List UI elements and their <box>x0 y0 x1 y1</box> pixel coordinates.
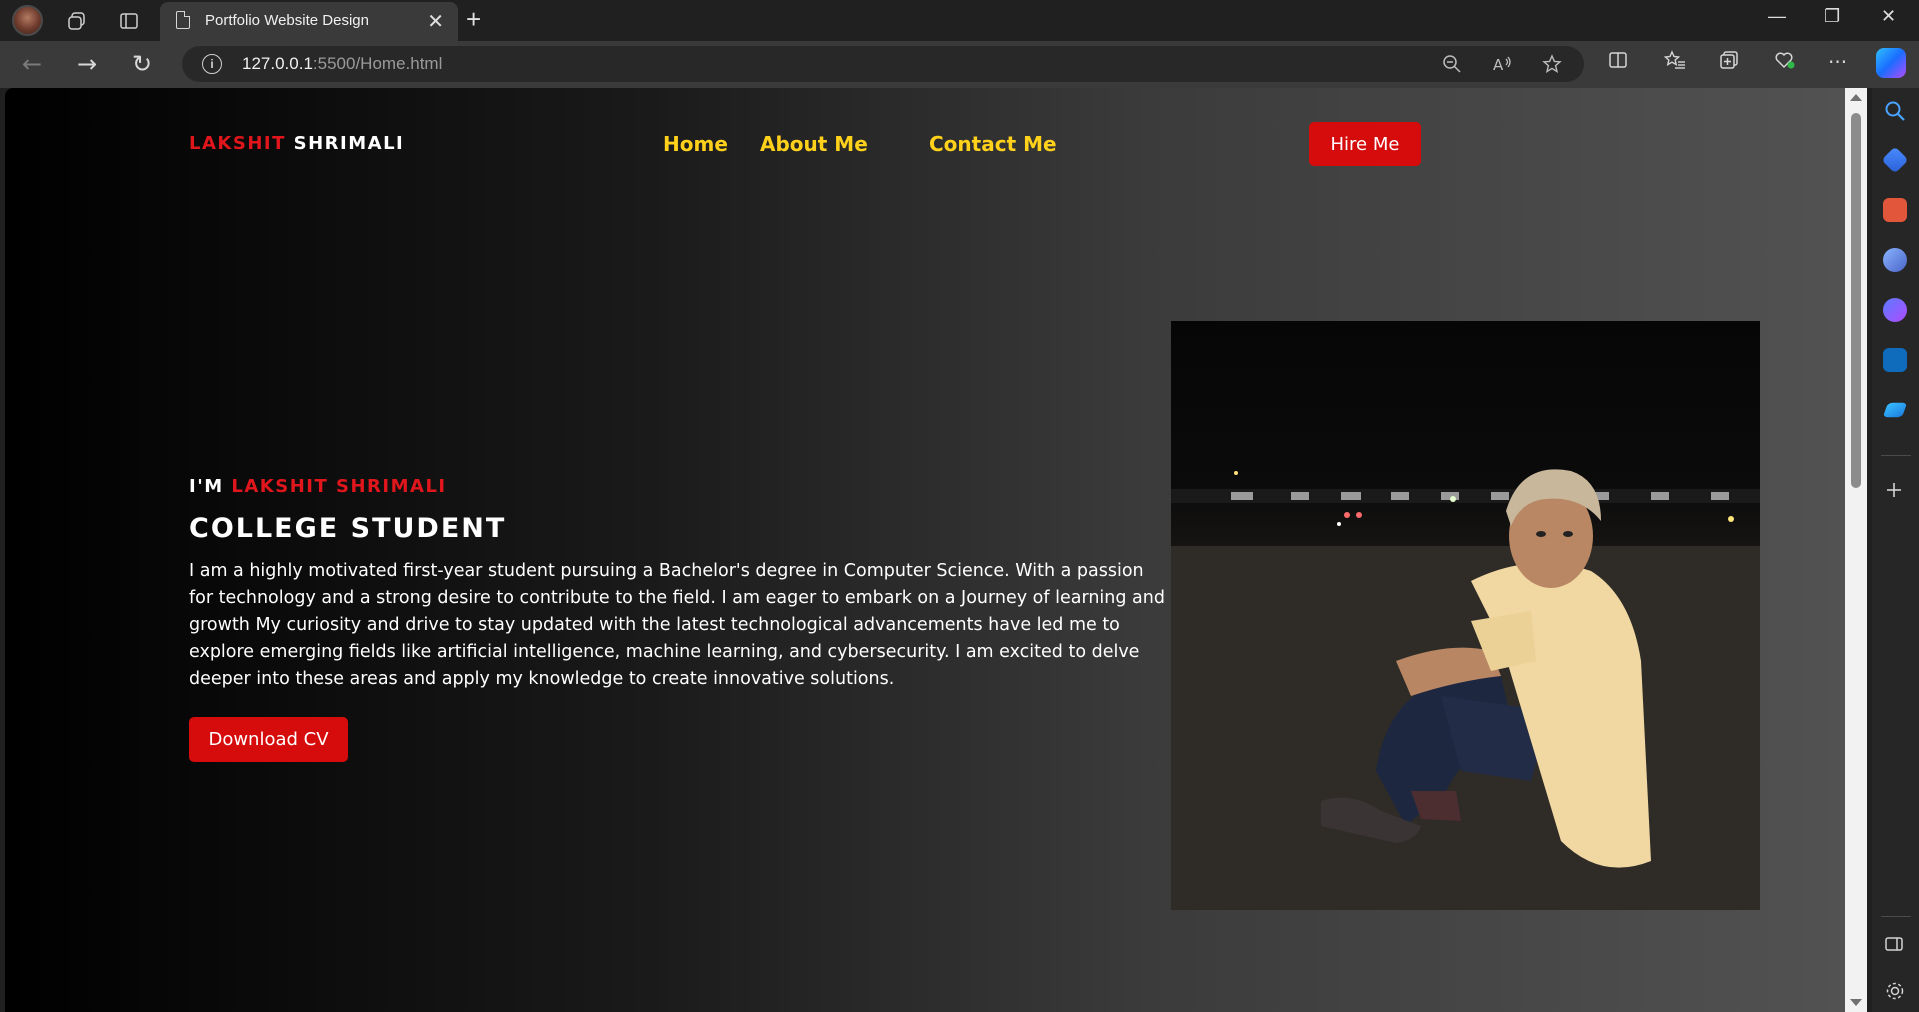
browser-toolbar: ← → ↻ i 127.0.0.1:5500/Home.html A ··· <box>0 41 1919 88</box>
address-bar[interactable]: i 127.0.0.1:5500/Home.html A <box>182 46 1584 82</box>
refresh-button[interactable]: ↻ <box>132 50 152 78</box>
window-close-button[interactable]: ✕ <box>1881 6 1896 27</box>
tab-portfolio[interactable]: Portfolio Website Design ✕ <box>160 2 458 41</box>
add-sidebar-app-icon[interactable] <box>1884 480 1904 506</box>
settings-gear-icon[interactable] <box>1884 980 1906 1008</box>
favorite-star-icon[interactable] <box>1542 54 1562 79</box>
url-text[interactable]: 127.0.0.1:5500/Home.html <box>242 54 442 74</box>
forward-button[interactable]: → <box>77 50 97 78</box>
logo-last-name: SHRIMALI <box>293 133 405 154</box>
url-path: :5500/Home.html <box>312 54 443 73</box>
search-icon[interactable] <box>1884 100 1906 128</box>
profile-photo <box>1171 321 1760 910</box>
read-aloud-icon[interactable]: A <box>1492 54 1514 79</box>
nav-home[interactable]: Home <box>663 132 728 156</box>
edge-sidebar <box>1872 88 1919 1012</box>
browser-essentials-icon[interactable] <box>1774 50 1796 75</box>
scroll-thumb[interactable] <box>1851 113 1861 488</box>
restore-button[interactable]: ❐ <box>1824 6 1840 27</box>
workspaces-icon[interactable] <box>63 7 91 35</box>
minimize-button[interactable]: — <box>1768 6 1786 27</box>
back-button[interactable]: ← <box>22 50 42 78</box>
new-tab-button[interactable]: + <box>466 4 481 35</box>
copilot-icon[interactable] <box>1876 48 1906 78</box>
scroll-up-arrow-icon[interactable] <box>1850 94 1862 101</box>
shopping-tag-icon[interactable] <box>1881 146 1909 174</box>
drop-icon[interactable] <box>1882 402 1908 418</box>
page-viewport: LAKSHIT SHRIMALI Home About Me Contact M… <box>5 88 1845 1012</box>
site-info-icon[interactable]: i <box>202 54 222 74</box>
intro-name: LAKSHIT SHRIMALI <box>231 476 447 497</box>
logo-first-name: LAKSHIT <box>189 133 286 154</box>
favorites-icon[interactable] <box>1663 50 1686 75</box>
sidebar-divider <box>1881 455 1911 456</box>
scroll-down-arrow-icon[interactable] <box>1850 999 1862 1006</box>
profile-avatar[interactable] <box>12 5 43 36</box>
role-title: COLLEGE STUDENT <box>189 513 507 544</box>
tools-icon[interactable] <box>1883 198 1907 222</box>
hire-me-button[interactable]: Hire Me <box>1309 122 1421 166</box>
copilot-sidebar-icon[interactable] <box>1883 298 1907 322</box>
nav-contact-me[interactable]: Contact Me <box>929 132 1057 156</box>
collections-icon[interactable] <box>1719 50 1739 75</box>
download-cv-button[interactable]: Download CV <box>189 717 348 762</box>
page-icon <box>176 11 190 29</box>
split-screen-icon[interactable] <box>1608 50 1628 75</box>
hide-sidebar-icon[interactable] <box>1884 934 1904 960</box>
intro-heading: I'M LAKSHIT SHRIMALI <box>189 476 447 497</box>
url-host: 127.0.0.1 <box>242 54 313 73</box>
close-tab-icon[interactable]: ✕ <box>427 9 444 33</box>
svg-text:A: A <box>1493 56 1504 74</box>
intro-prefix: I'M <box>189 476 224 497</box>
games-icon[interactable] <box>1883 248 1907 272</box>
browser-tab-bar: Portfolio Website Design ✕ + — ❐ ✕ <box>0 0 1919 41</box>
outlook-icon[interactable] <box>1883 348 1907 372</box>
nav-about-me[interactable]: About Me <box>760 132 868 156</box>
about-description: I am a highly motivated first-year stude… <box>189 561 1165 689</box>
tab-actions-icon[interactable] <box>115 7 143 35</box>
more-options-icon[interactable]: ··· <box>1828 50 1847 74</box>
page-scrollbar[interactable] <box>1845 88 1867 1012</box>
site-logo[interactable]: LAKSHIT SHRIMALI <box>189 133 404 154</box>
sidebar-bottom-divider <box>1881 916 1911 917</box>
zoom-icon[interactable] <box>1442 54 1462 79</box>
tab-title: Portfolio Website Design <box>205 12 369 29</box>
